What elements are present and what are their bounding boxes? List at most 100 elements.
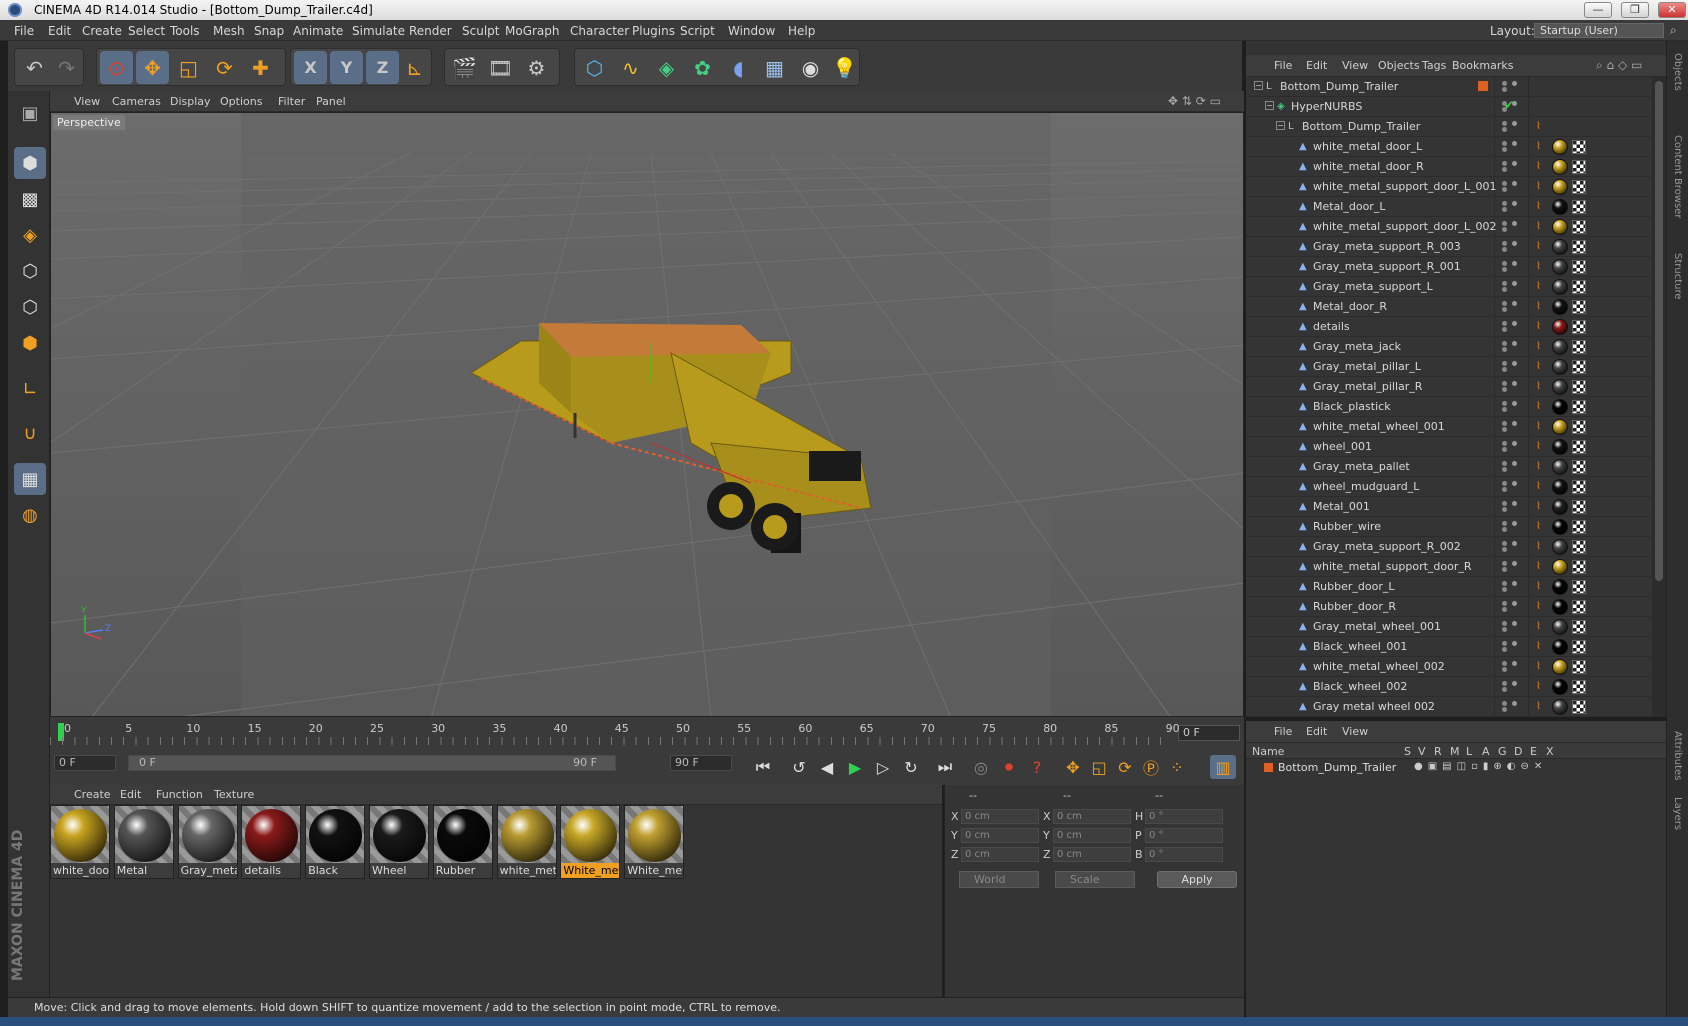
position-z-field[interactable]: 0 cm [961,847,1039,862]
visibility-dots[interactable] [1500,261,1520,273]
timeline-window-icon[interactable]: ▥ [1210,755,1236,779]
object-name[interactable]: Gray_meta_support_L [1313,280,1433,293]
material-tag-icon[interactable] [1552,259,1568,275]
visibility-dots[interactable] [1500,241,1520,253]
phong-tag-icon[interactable]: ⌇ [1536,201,1546,213]
menu-mograph[interactable]: MoGraph [505,24,560,38]
object-row[interactable]: − L Bottom_Dump_Trailer [1246,77,1652,97]
object-row[interactable]: ▲ Gray_metal_pillar_R ⌇ [1246,377,1652,397]
uvw-tag-icon[interactable] [1572,360,1586,374]
viewport-menu-cameras[interactable]: Cameras [112,95,161,108]
phong-tag-icon[interactable]: ⌇ [1536,541,1546,553]
object-row[interactable]: ▲ Gray_meta_support_R_003 ⌇ [1246,237,1652,257]
cube-icon[interactable]: ⬡ [578,51,611,84]
autokey-icon[interactable]: ⏺ [996,755,1022,779]
object-name[interactable]: white_metal_door_L [1313,140,1422,153]
uvw-tag-icon[interactable] [1572,660,1586,674]
goto-end-icon[interactable]: ⏭ [932,755,958,779]
phong-tag-icon[interactable]: ⌇ [1536,341,1546,353]
material-tag-icon[interactable] [1552,399,1568,415]
max-frame-field[interactable]: 90 F [670,755,732,771]
layer-column-s[interactable]: S [1404,745,1411,758]
object-row[interactable]: ▲ Black_plastick ⌇ [1246,397,1652,417]
viewport-menu-filter[interactable]: Filter [278,95,305,108]
lock-z-icon[interactable]: Z [366,51,399,84]
phong-tag-icon[interactable]: ⌇ [1536,361,1546,373]
play-icon[interactable]: ▶ [842,755,868,779]
object-name[interactable]: Gray_meta_support_R_002 [1313,540,1461,553]
object-row[interactable]: ▲ white_metal_support_door_R ⌇ [1246,557,1652,577]
uvw-tag-icon[interactable] [1572,680,1586,694]
coordinate-space-dropdown[interactable]: World [959,871,1039,888]
subdivision-surface-icon[interactable]: ◈ [650,51,683,84]
object-name[interactable]: Gray metal wheel 002 [1313,700,1435,713]
visibility-dots[interactable] [1500,621,1520,633]
uvw-tag-icon[interactable] [1572,160,1586,174]
phong-tag-icon[interactable]: ⌇ [1536,321,1546,333]
layer-menu-file[interactable]: File [1274,725,1292,738]
visibility-dots[interactable] [1500,221,1520,233]
phong-tag-icon[interactable]: ⌇ [1536,601,1546,613]
uvw-tag-icon[interactable] [1572,520,1586,534]
lock-y-icon[interactable]: Y [330,51,363,84]
camera-icon[interactable]: ◉ [794,51,827,84]
visibility-dots[interactable] [1500,541,1520,553]
undo-icon[interactable]: ↶ [18,51,51,84]
menu-render[interactable]: Render [409,24,452,38]
object-name[interactable]: Gray_metal_pillar_L [1313,360,1421,373]
points-mode-icon[interactable]: ⬡ [14,255,46,287]
object-row[interactable]: ▲ Gray_meta_support_R_002 ⌇ [1246,537,1652,557]
uvw-tag-icon[interactable] [1572,460,1586,474]
uvw-tag-icon[interactable] [1572,700,1586,714]
phong-tag-icon[interactable]: ⌇ [1536,481,1546,493]
material-menu-edit[interactable]: Edit [120,788,141,801]
object-row[interactable]: − L Bottom_Dump_Trailer ⌇ [1246,117,1652,137]
material-label[interactable]: Gray_metal [178,863,237,878]
model-mode-icon[interactable]: ⬢ [14,147,46,179]
size-mode-dropdown[interactable]: Scale [1055,871,1135,888]
visibility-dots[interactable] [1500,201,1520,213]
material-menu-create[interactable]: Create [74,788,111,801]
visibility-dots[interactable] [1500,321,1520,333]
object-row[interactable]: ▲ white_metal_support_door_L_001 ⌇ [1246,177,1652,197]
object-row[interactable]: ▲ Gray_meta_support_L ⌇ [1246,277,1652,297]
layer-column-m[interactable]: M [1450,745,1460,758]
layer-column-g[interactable]: G [1498,745,1507,758]
material-menu-function[interactable]: Function [156,788,203,801]
uvw-tag-icon[interactable] [1572,500,1586,514]
object-name[interactable]: Bottom_Dump_Trailer [1280,80,1398,93]
viewport-menu-panel[interactable]: Panel [316,95,346,108]
minimize-button[interactable]: — [1584,2,1612,18]
layout-dropdown[interactable]: Startup (User) [1534,23,1664,38]
material-tag-icon[interactable] [1552,339,1568,355]
material-preview-ball[interactable] [628,809,682,862]
object-name[interactable]: Rubber_door_L [1313,580,1394,593]
object-name[interactable]: Metal_door_R [1313,300,1387,313]
material-tag-icon[interactable] [1552,579,1568,595]
phong-tag-icon[interactable]: ⌇ [1536,641,1546,653]
material-label[interactable]: White_met [561,863,620,878]
key-rotation-icon[interactable]: ⟳ [1112,755,1138,779]
layer-color-swatch[interactable] [1264,763,1273,772]
layer-column-d[interactable]: D [1514,745,1522,758]
snap-magnet-icon[interactable]: ∪ [14,417,46,449]
object-row[interactable]: ▲ Gray_meta_jack ⌇ [1246,337,1652,357]
material-label[interactable]: white_doo [51,863,109,878]
phong-tag-icon[interactable]: ⌇ [1536,141,1546,153]
object-name[interactable]: Black_wheel_001 [1313,640,1407,653]
visibility-dots[interactable] [1500,141,1520,153]
uvw-tag-icon[interactable] [1572,200,1586,214]
redo-icon[interactable]: ↷ [50,51,83,84]
menu-create[interactable]: Create [82,24,122,38]
lock-x-icon[interactable]: X [294,51,327,84]
menu-help[interactable]: Help [788,24,815,38]
object-name[interactable]: Rubber_door_R [1313,600,1396,613]
visibility-dots[interactable] [1500,81,1520,93]
menu-select[interactable]: Select [128,24,165,38]
visibility-dots[interactable] [1500,461,1520,473]
object-row[interactable]: ▲ white_metal_wheel_002 ⌇ [1246,657,1652,677]
add-object-icon[interactable]: ✚ [244,51,277,84]
material-label[interactable]: White_met [625,863,684,878]
uvw-tag-icon[interactable] [1572,640,1586,654]
material-tag-icon[interactable] [1552,299,1568,315]
